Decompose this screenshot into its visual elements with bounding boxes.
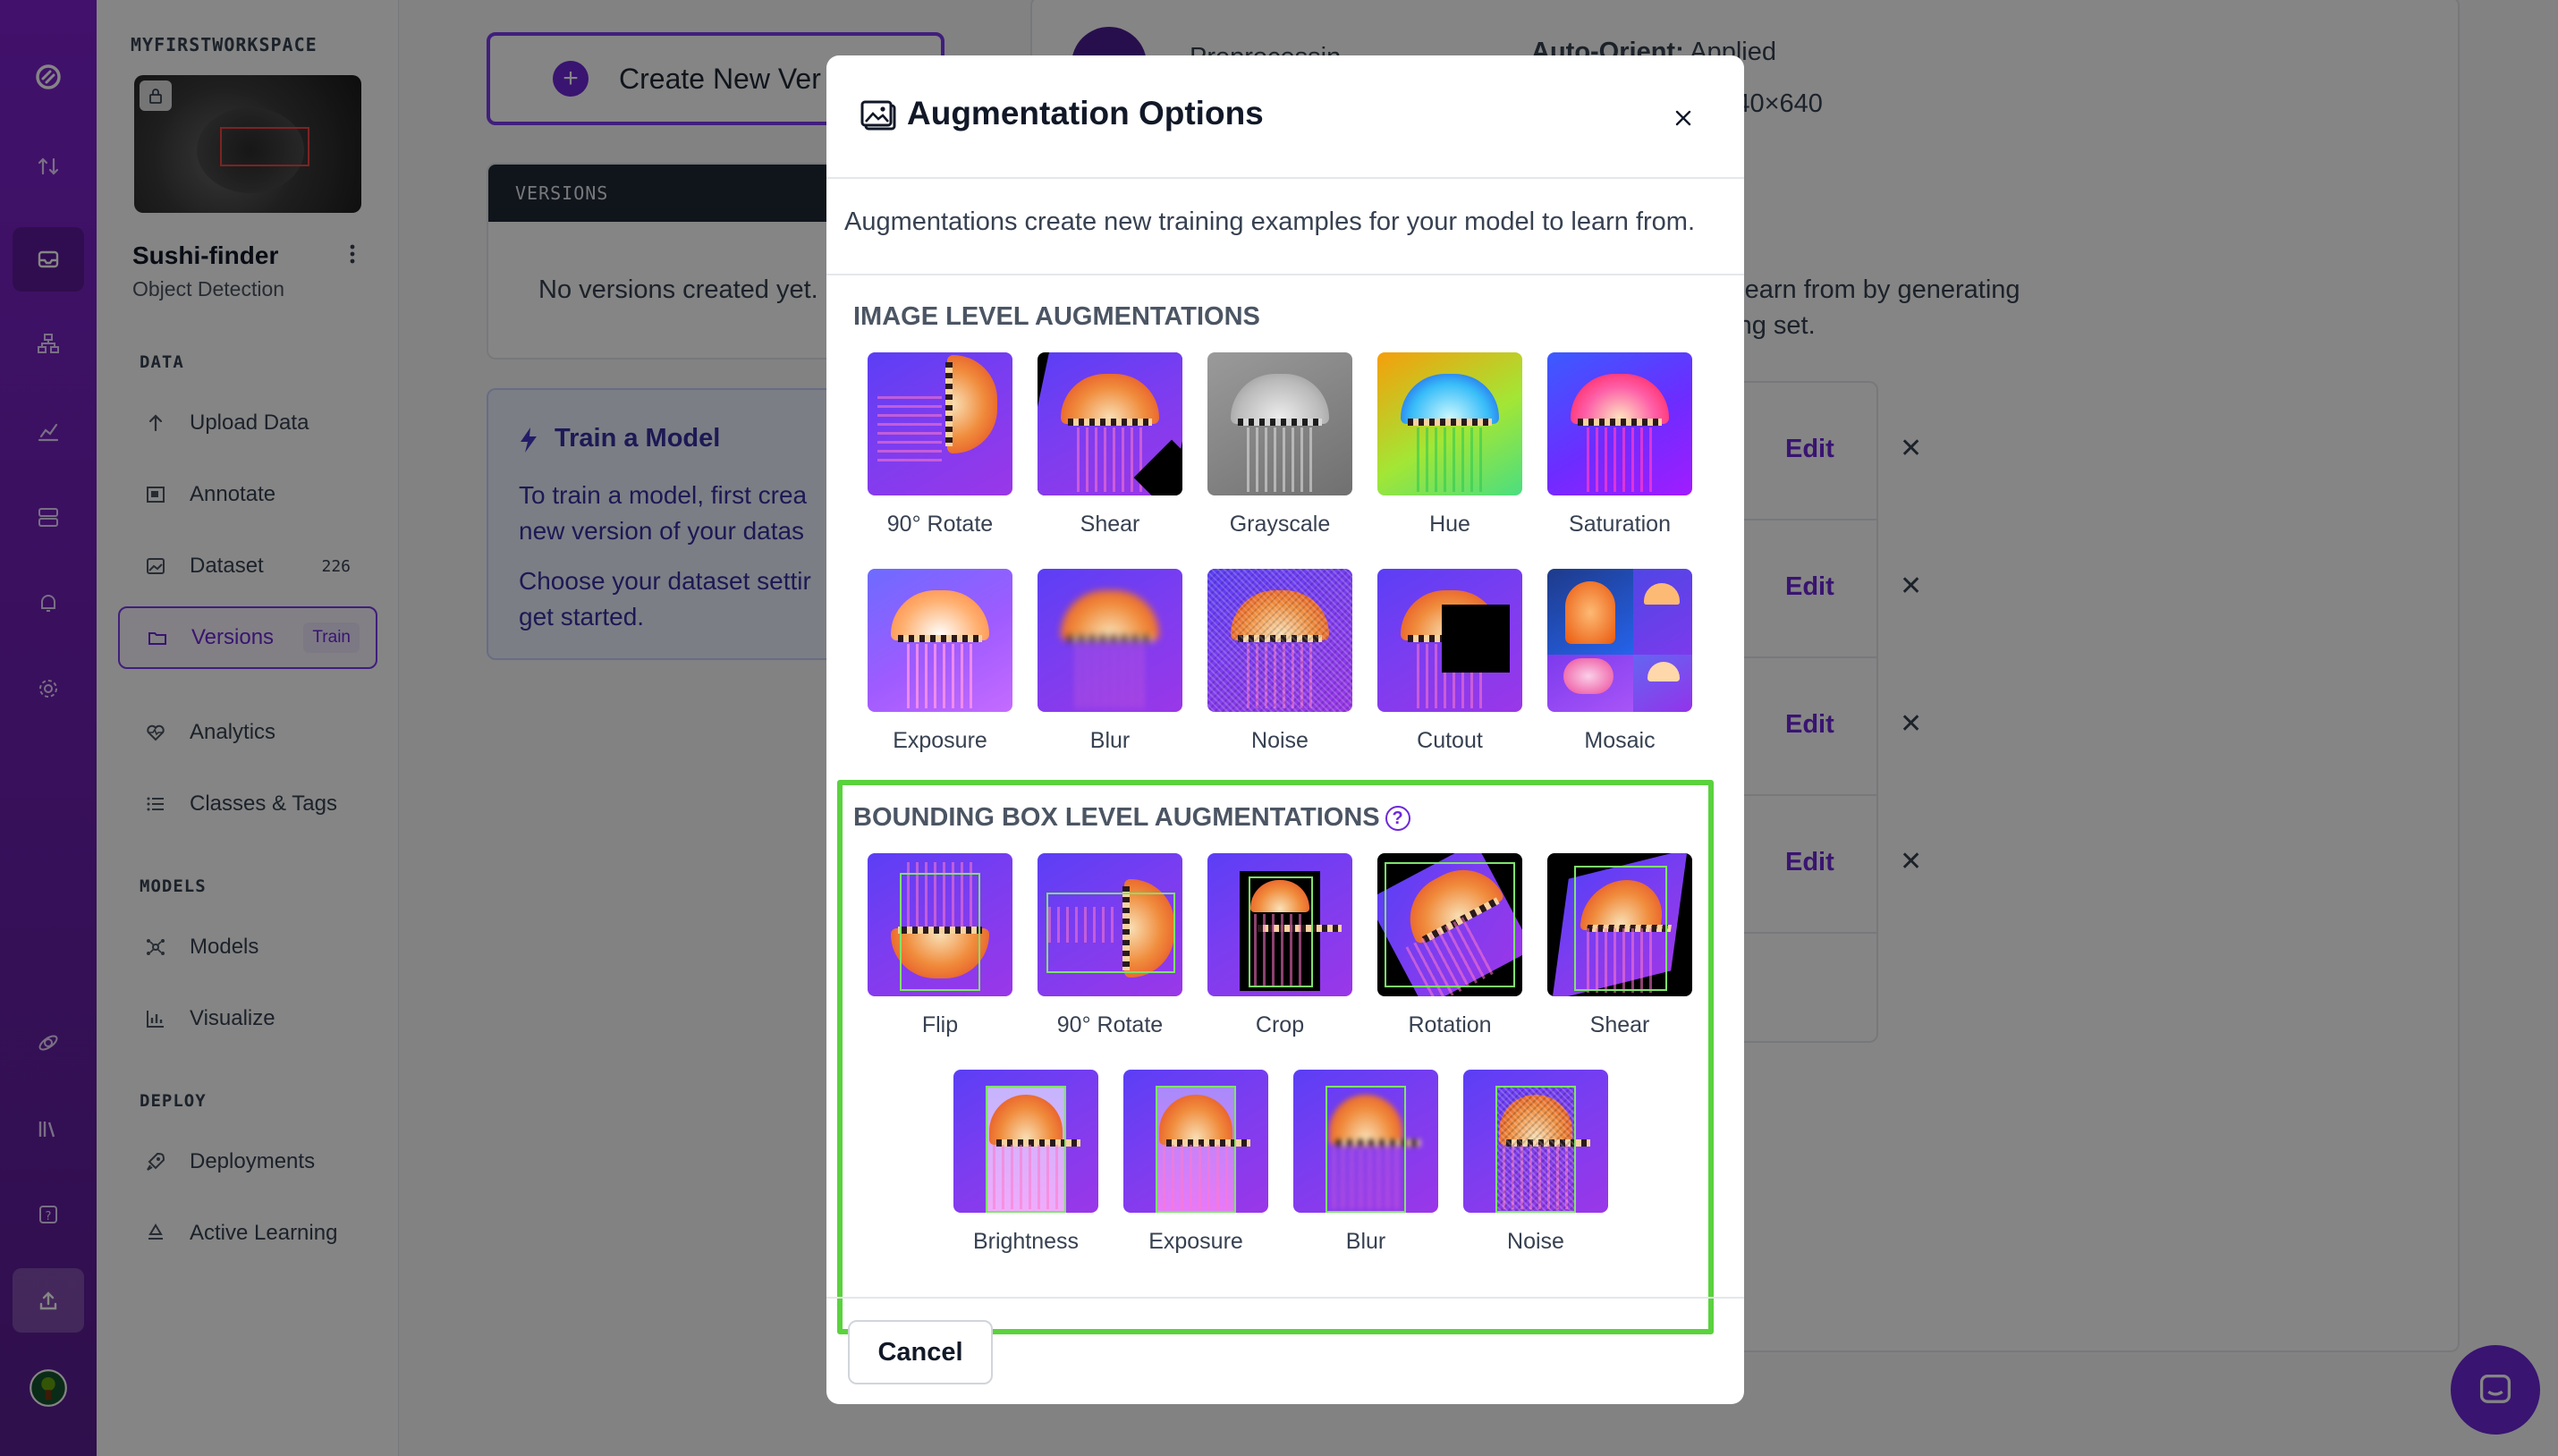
augmentation-label: Shear <box>1080 512 1140 537</box>
image-icon <box>860 100 896 131</box>
divider <box>826 1297 1744 1299</box>
bbox-augmentation-option-rotation[interactable]: Rotation <box>1377 853 1522 1038</box>
augmentation-option-grayscale[interactable]: Grayscale <box>1207 352 1352 538</box>
augmentation-option-blur[interactable]: Blur <box>1038 569 1182 754</box>
augmentation-label: Grayscale <box>1229 512 1331 537</box>
augmentation-label: Exposure <box>893 728 987 753</box>
augmentation-preview <box>1038 853 1182 996</box>
augmentation-option-exposure[interactable]: Exposure <box>868 569 1012 754</box>
augmentation-label: Rotation <box>1408 1012 1492 1037</box>
augmentation-preview <box>953 1070 1098 1213</box>
image-level-section-title: IMAGE LEVEL AUGMENTATIONS <box>853 302 1260 331</box>
augmentation-preview <box>1207 352 1352 495</box>
augmentation-preview <box>1463 1070 1608 1213</box>
augmentation-label: Saturation <box>1569 512 1671 537</box>
divider <box>826 274 1744 275</box>
augmentation-preview <box>1207 569 1352 712</box>
bounding-box-section-title: BOUNDING BOX LEVEL AUGMENTATIONS <box>853 803 1380 832</box>
close-icon[interactable] <box>1667 102 1699 134</box>
augmentation-label: Brightness <box>972 1229 1080 1254</box>
bbox-augmentation-option-blur[interactable]: Blur <box>1293 1070 1438 1255</box>
augmentation-label: Blur <box>1345 1229 1386 1254</box>
augmentation-label: Crop <box>1255 1012 1305 1037</box>
bbox-augmentation-option-crop[interactable]: Crop <box>1207 853 1352 1038</box>
augmentation-label: Mosaic <box>1584 728 1656 753</box>
bbox-augmentation-option-brightness[interactable]: Brightness <box>953 1070 1098 1255</box>
bbox-augmentation-option-shear[interactable]: Shear <box>1547 853 1692 1038</box>
augmentation-option-mosaic[interactable]: Mosaic <box>1547 569 1692 754</box>
augmentation-preview <box>1293 1070 1438 1213</box>
bbox-augmentation-option-exposure[interactable]: Exposure <box>1123 1070 1268 1255</box>
augmentation-preview <box>868 569 1012 712</box>
augmentation-option-shear[interactable]: Shear <box>1038 352 1182 538</box>
augmentation-preview <box>868 853 1012 996</box>
modal-description: Augmentations create new training exampl… <box>844 207 1696 236</box>
augmentation-option-hue[interactable]: Hue <box>1377 352 1522 538</box>
augmentation-preview <box>1377 853 1522 996</box>
cancel-button[interactable]: Cancel <box>848 1320 993 1384</box>
augmentation-label: 90° Rotate <box>1056 1012 1164 1037</box>
augmentation-label: Flip <box>921 1012 959 1037</box>
augmentation-label: Shear <box>1589 1012 1650 1037</box>
modal-header: Augmentation Options <box>826 55 1744 179</box>
augmentation-preview <box>1547 853 1692 996</box>
augmentation-preview <box>1377 569 1522 712</box>
augmentation-option-noise[interactable]: Noise <box>1207 569 1352 754</box>
augmentation-option-cutout[interactable]: Cutout <box>1377 569 1522 754</box>
augmentation-preview <box>1038 352 1182 495</box>
augmentation-label: Hue <box>1429 512 1470 537</box>
bbox-augmentation-option-90-rotate[interactable]: 90° Rotate <box>1038 853 1182 1038</box>
augmentation-preview <box>1038 569 1182 712</box>
modal-title: Augmentation Options <box>907 95 1264 131</box>
augmentation-preview <box>1547 569 1692 712</box>
augmentation-options-modal: Augmentation Options Augmentations creat… <box>826 55 1744 1404</box>
augmentation-preview <box>868 352 1012 495</box>
augmentation-preview <box>1377 352 1522 495</box>
augmentation-label: Cutout <box>1417 728 1483 753</box>
augmentation-label: Exposure <box>1148 1229 1243 1254</box>
bbox-augmentation-option-noise[interactable]: Noise <box>1463 1070 1608 1255</box>
augmentation-preview <box>1207 853 1352 996</box>
augmentation-label: Blur <box>1089 728 1131 753</box>
augmentation-label: 90° Rotate <box>886 512 994 537</box>
bbox-augmentation-option-flip[interactable]: Flip <box>868 853 1012 1038</box>
augmentation-label: Noise <box>1507 1229 1564 1254</box>
bounding-box-level-section: BOUNDING BOX LEVEL AUGMENTATIONS? <box>853 803 1410 833</box>
augmentation-label: Noise <box>1251 728 1309 753</box>
help-icon[interactable]: ? <box>1385 806 1410 832</box>
augmentation-option-90-rotate[interactable]: 90° Rotate <box>868 352 1012 538</box>
augmentation-preview <box>1123 1070 1268 1213</box>
augmentation-preview <box>1547 352 1692 495</box>
augmentation-option-saturation[interactable]: Saturation <box>1547 352 1692 538</box>
